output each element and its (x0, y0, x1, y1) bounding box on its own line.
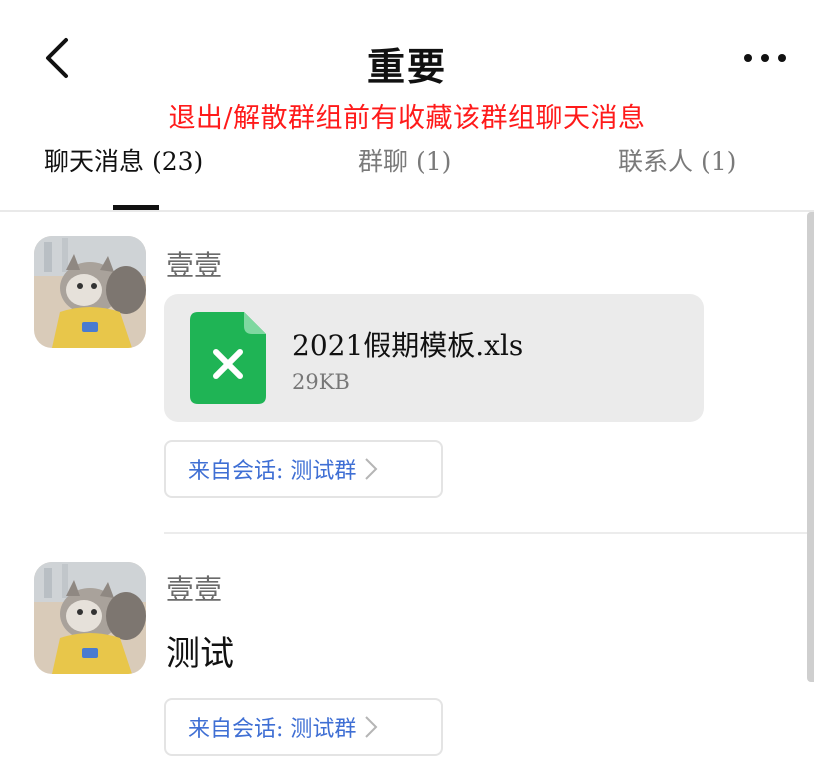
more-button[interactable] (742, 48, 788, 68)
scrollbar[interactable] (807, 212, 814, 682)
file-card[interactable]: 2021假期模板.xls 29KB (164, 294, 704, 422)
tab-chat-messages[interactable]: 聊天消息 (23) (44, 142, 203, 178)
excel-file-icon (190, 312, 266, 404)
page-title: 重要 (366, 44, 447, 89)
tab-group-chats[interactable]: 群聊 (1) (358, 142, 451, 178)
message-text: 测试 (166, 634, 234, 674)
favorites-list: 壹壹 2021假期模板.xls 29KB 来自会话: 测试群 壹壹 测试 来自会… (0, 212, 814, 776)
avatar[interactable] (34, 236, 146, 348)
tab-bar: 聊天消息 (23) 群聊 (1) 联系人 (1) (0, 138, 814, 212)
source-conversation-link[interactable]: 来自会话: 测试群 (164, 440, 443, 498)
cat-avatar-image (34, 562, 146, 674)
cat-avatar-image (34, 236, 146, 348)
notice-text: 退出/解散群组前有收藏该群组聊天消息 (168, 103, 646, 134)
avatar[interactable] (34, 562, 146, 674)
list-item[interactable]: 壹壹 测试 来自会话: 测试群 (0, 534, 814, 776)
tab-contacts[interactable]: 联系人 (1) (618, 142, 736, 178)
header: 重要 退出/解散群组前有收藏该群组聊天消息 (0, 0, 814, 134)
list-item[interactable]: 壹壹 2021假期模板.xls 29KB 来自会话: 测试群 (0, 212, 814, 532)
chevron-right-icon (365, 458, 378, 480)
sender-name: 壹壹 (166, 249, 223, 282)
file-name: 2021假期模板.xls (292, 329, 524, 362)
chevron-right-icon (365, 716, 378, 738)
more-horizontal-icon (744, 54, 786, 62)
file-size: 29KB (292, 370, 350, 394)
active-tab-indicator (113, 205, 159, 210)
source-label: 来自会话: 测试群 (188, 717, 357, 742)
source-conversation-link[interactable]: 来自会话: 测试群 (164, 698, 443, 756)
sender-name: 壹壹 (166, 573, 223, 606)
source-label: 来自会话: 测试群 (188, 459, 357, 484)
